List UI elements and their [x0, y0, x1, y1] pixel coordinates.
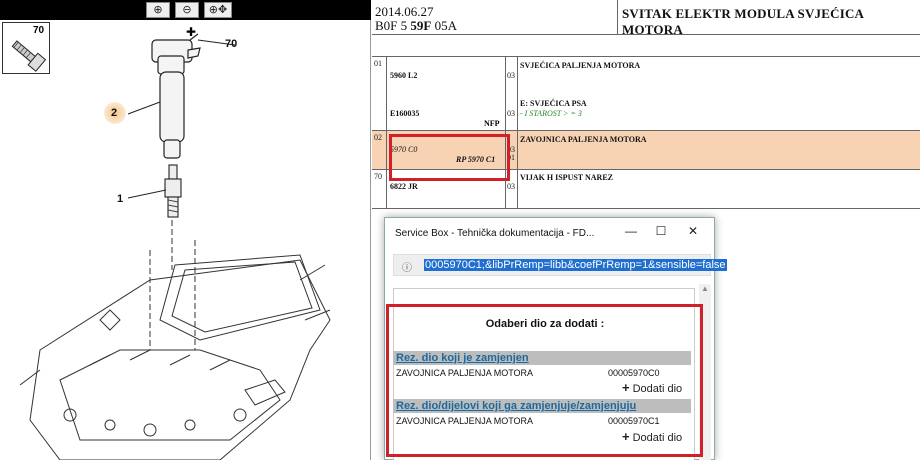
doc-code-bold: 59F — [410, 18, 432, 33]
zoom-fit-icon[interactable]: ⊕✥ — [204, 2, 232, 18]
info-icon[interactable]: ⓘ — [402, 259, 412, 274]
callout-70-top[interactable]: 70 — [225, 38, 237, 50]
row-ref: 6822 JR — [390, 182, 418, 191]
part-name: ZAVOJNICA PALJENJA MOTORA — [396, 368, 534, 378]
maximize-button[interactable]: ☐ — [651, 224, 671, 238]
doc-code-prefix: B0F 5 — [375, 18, 408, 33]
diagram-toolbar: ⊕ ⊖ ⊕✥ — [0, 0, 371, 20]
row-note: - I STAROST > = 3 — [520, 109, 582, 118]
svg-text:✚: ✚ — [186, 25, 196, 39]
parts-diagram-panel: ⊕ ⊖ ⊕✥ 70 ✚ 70 2 1 — [0, 0, 371, 460]
section-replaced[interactable]: Rez. dio koji je zamjenjen — [393, 351, 691, 365]
cylinder-head-drawing — [19, 254, 331, 460]
add-label: Dodati dio — [632, 383, 683, 395]
url-bar[interactable]: ⓘ 0005970C1;&libPrRemp=libb&coefPrRemp=1… — [393, 254, 727, 276]
spark-plug-drawing — [164, 164, 182, 218]
select-title: Odaberi dio za dodati : — [485, 318, 605, 330]
doc-code: B0F 5 59F 05A — [375, 18, 457, 34]
url-text[interactable]: 0005970C1;&libPrRemp=libb&coefPrRemp=1&s… — [424, 259, 727, 271]
row-nfp: NFP — [484, 119, 500, 128]
add-part-button[interactable]: + Dodati dio — [622, 429, 682, 444]
plus-icon: + — [622, 429, 630, 444]
part-code: 00005970C0 — [608, 368, 660, 378]
part-code: 00005970C1 — [608, 416, 660, 426]
zoom-out-icon[interactable]: ⊖ — [175, 2, 199, 18]
row-desc: VIJAK H ISPUST NAREZ — [520, 173, 613, 182]
scroll-up-icon[interactable]: ▲ — [699, 284, 711, 293]
row-ref: E160035 — [390, 109, 420, 118]
add-label: Dodati dio — [632, 432, 683, 444]
part-name: ZAVOJNICA PALJENJA MOTORA — [396, 416, 534, 426]
highlight-box-ref — [389, 134, 510, 181]
section-replacing[interactable]: Rez. dio/dijelovi koji ga zamjenjuje/zam… — [393, 399, 691, 413]
table-row[interactable]: 01 5960 L2 03 SVJEĆICA PALJENJA MOTORA E… — [372, 57, 920, 129]
row-num: 01 — [374, 59, 382, 68]
doc-code-suffix: 05A — [434, 18, 457, 33]
row-ref: 5960 L2 — [390, 71, 418, 80]
popup-title: Service Box - Tehnička dokumentacija - F… — [395, 228, 595, 239]
row-qty: 03 — [507, 109, 515, 118]
engine-exploded-diagram: ✚ — [19, 25, 331, 460]
row-desc: E: SVJEĆICA PSA — [520, 99, 587, 108]
callout-2[interactable]: 2 — [111, 107, 117, 119]
row-desc: SVJEĆICA PALJENJA MOTORA — [520, 61, 641, 70]
plus-icon: + — [622, 380, 630, 395]
zoom-in-icon[interactable]: ⊕ — [146, 2, 170, 18]
callout-1[interactable]: 1 — [117, 193, 123, 205]
ignition-coil-drawing — [151, 39, 201, 159]
row-desc: ZAVOJNICA PALJENJA MOTORA — [520, 135, 647, 144]
row-num: 02 — [374, 133, 382, 142]
close-button[interactable]: ✕ — [683, 224, 703, 238]
minimize-button[interactable]: — — [621, 224, 641, 238]
row-num: 70 — [374, 172, 382, 181]
add-part-button[interactable]: + Dodati dio — [622, 380, 682, 395]
row-qty: 03 — [507, 182, 515, 191]
row-qty: 03 — [507, 71, 515, 80]
